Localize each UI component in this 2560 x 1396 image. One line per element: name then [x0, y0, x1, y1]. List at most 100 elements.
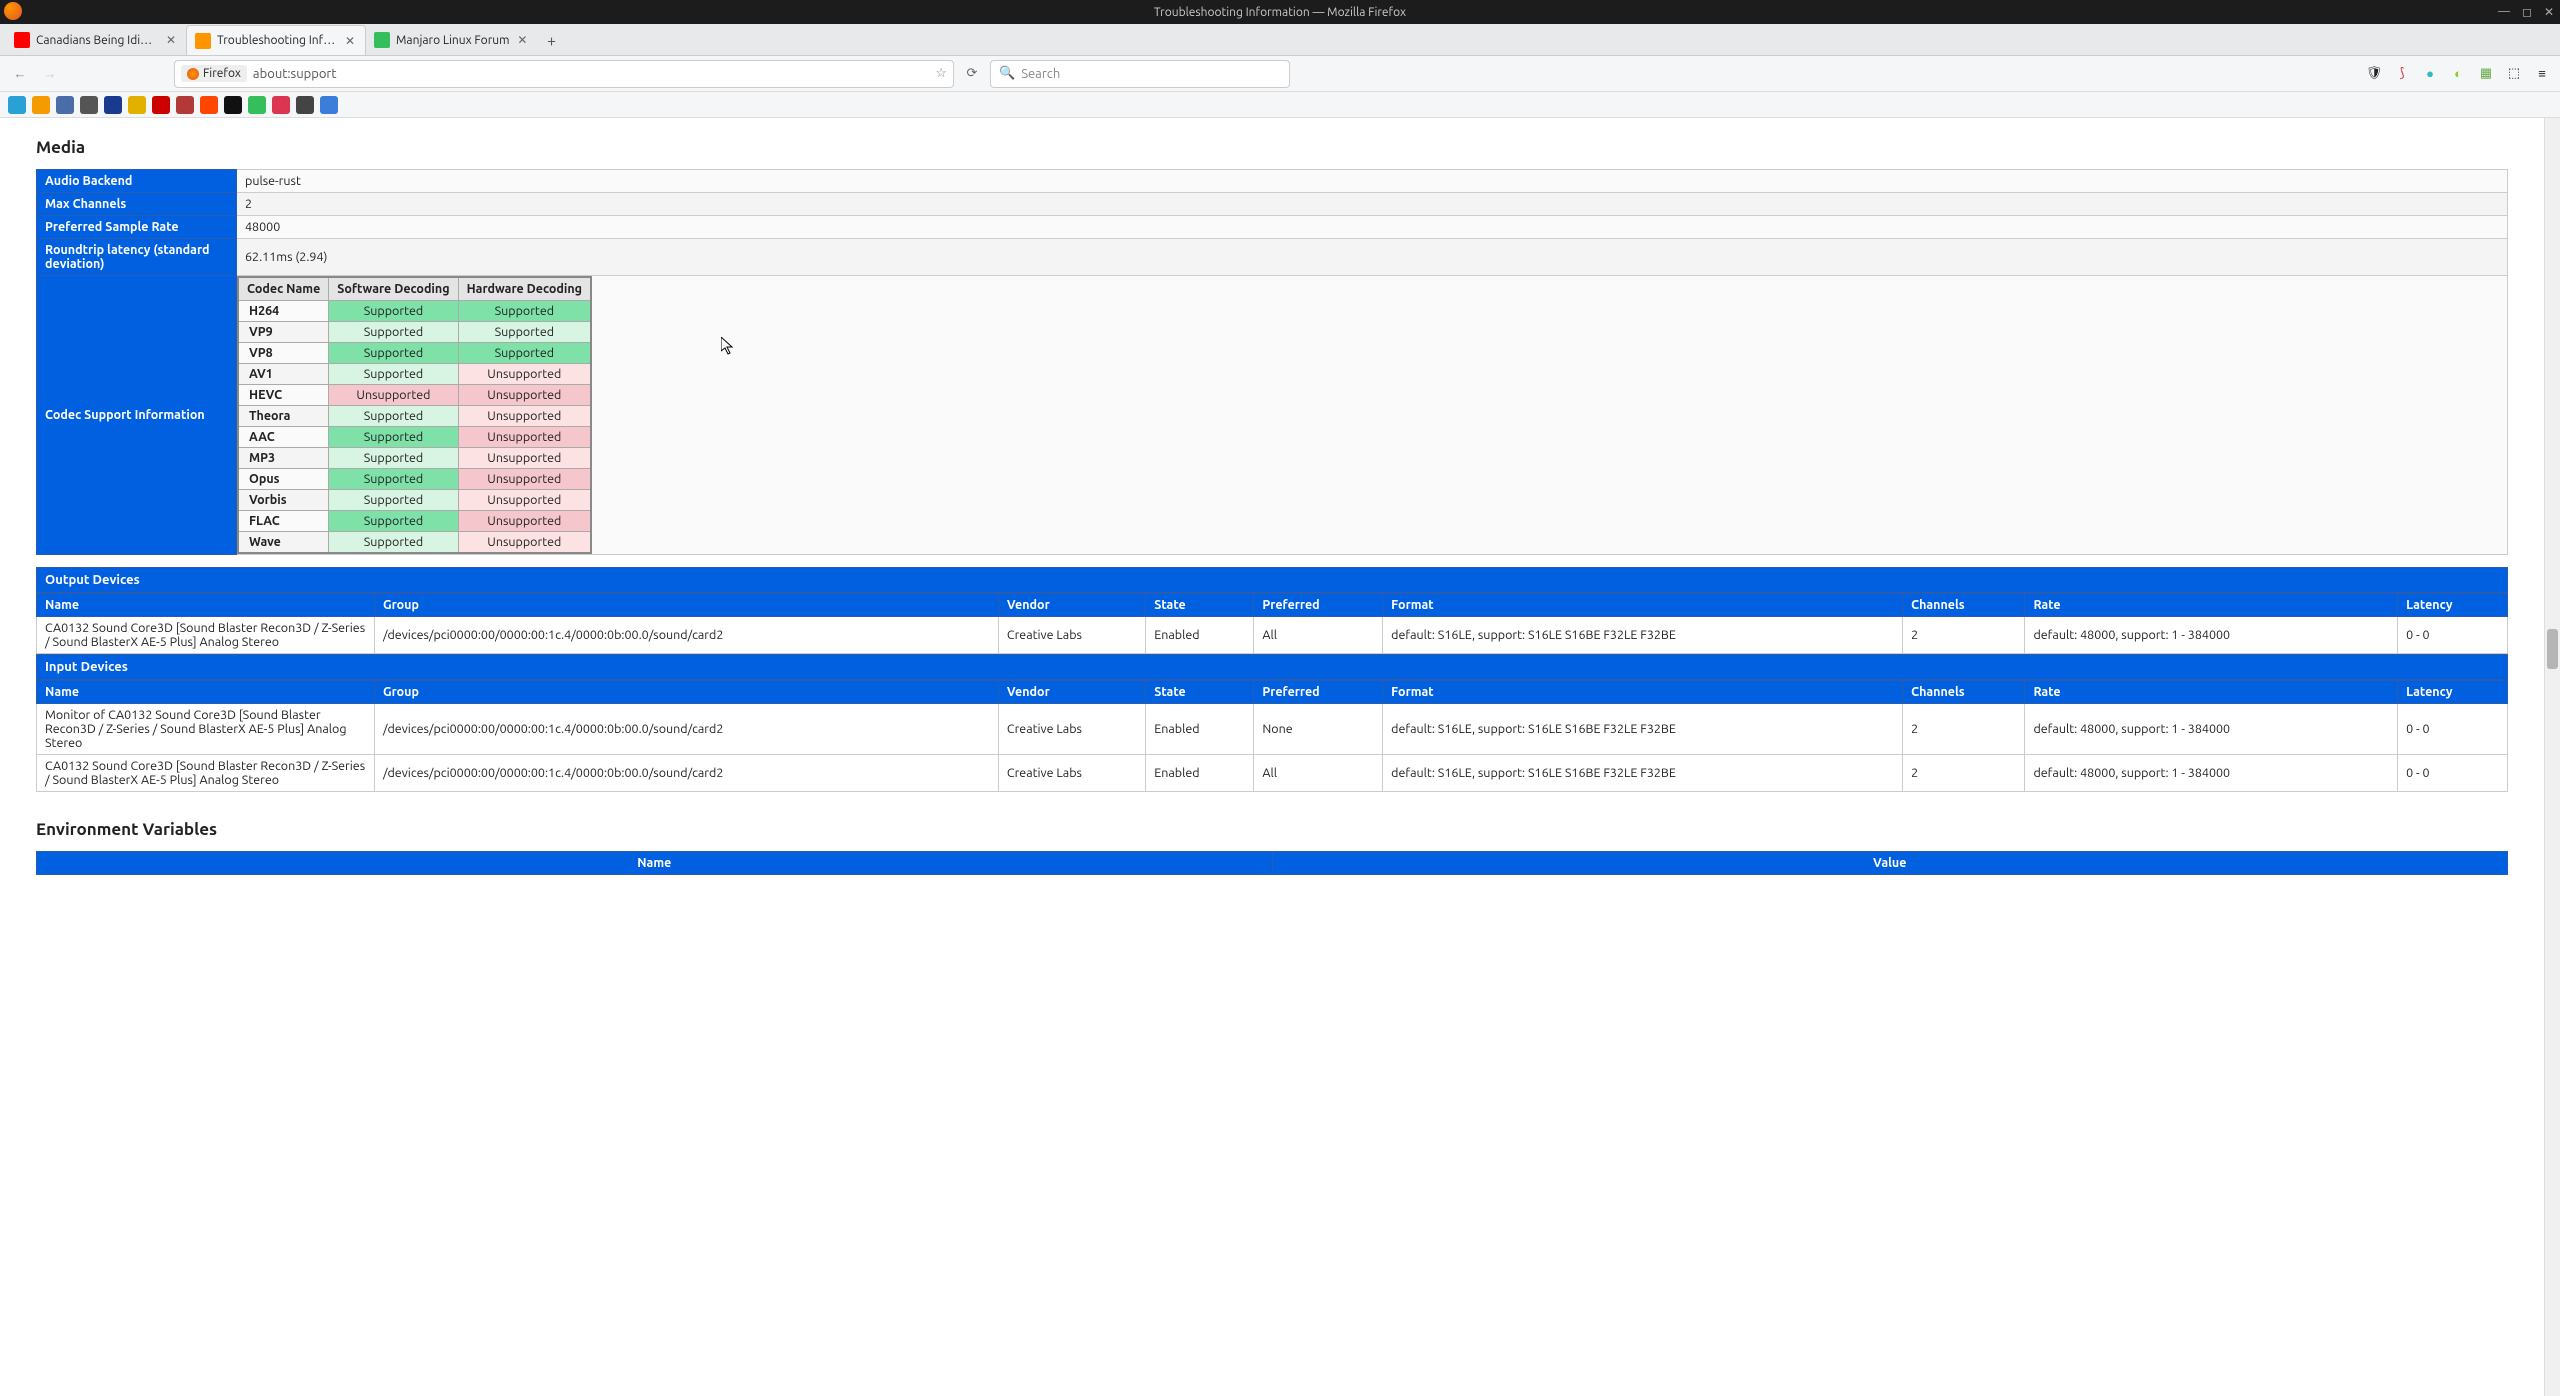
bookmark-star-icon[interactable]: ☆ [935, 66, 947, 81]
device-cell-format: default: S16LE, support: S16LE S16BE F32… [1383, 704, 1903, 755]
codec-name: AAC [238, 427, 329, 448]
extension-icon-1[interactable]: ⟆ [2392, 64, 2412, 84]
vertical-scrollbar[interactable] [2544, 118, 2560, 1396]
codec-sw: Supported [329, 406, 458, 427]
codec-hw: Unsupported [458, 364, 591, 385]
reload-button[interactable]: ⟳ [960, 62, 984, 86]
output-devices-header: Output Devices [36, 567, 2508, 593]
search-placeholder: Search [1021, 67, 1060, 81]
bookmark-item[interactable] [224, 96, 242, 114]
codec-row: VP8 Supported Supported [238, 343, 591, 364]
bookmark-item[interactable] [128, 96, 146, 114]
bookmark-item[interactable] [200, 96, 218, 114]
codec-hw: Supported [458, 301, 591, 322]
extension-icon-3[interactable]: ◐ [2448, 64, 2468, 84]
extension-icon-4[interactable]: ▦ [2476, 64, 2496, 84]
codec-row: AAC Supported Unsupported [238, 427, 591, 448]
bookmark-item[interactable] [56, 96, 74, 114]
identity-box[interactable]: Firefox [181, 65, 247, 82]
device-cell-state: Enabled [1146, 755, 1254, 792]
input-devices-table: NameGroupVendorStatePreferredFormatChann… [36, 680, 2508, 792]
search-icon: 🔍 [999, 66, 1015, 81]
codec-sw: Supported [329, 511, 458, 532]
device-row: Monitor of CA0132 Sound Core3D [Sound Bl… [37, 704, 2508, 755]
bookmark-item[interactable] [272, 96, 290, 114]
device-col-channels: Channels [1903, 594, 2025, 617]
device-col-preferred: Preferred [1254, 681, 1383, 704]
device-cell-vendor: Creative Labs [998, 755, 1145, 792]
minimize-button[interactable]: — [2498, 5, 2510, 19]
device-cell-latency: 0 - 0 [2398, 755, 2508, 792]
codec-row: H264 Supported Supported [238, 301, 591, 322]
env-col-value: Value [1272, 852, 2508, 875]
bookmark-item[interactable] [32, 96, 50, 114]
codec-row: HEVC Unsupported Unsupported [238, 385, 591, 406]
codec-sw: Supported [329, 364, 458, 385]
codec-name: MP3 [238, 448, 329, 469]
env-heading: Environment Variables [36, 820, 2508, 839]
sample-rate-value: 48000 [237, 216, 2508, 239]
codec-name: VP9 [238, 322, 329, 343]
codec-sw: Supported [329, 490, 458, 511]
app-menu-button[interactable]: ≡ [2532, 64, 2552, 84]
device-col-name: Name [37, 594, 375, 617]
tab-close-icon[interactable]: ✕ [164, 33, 178, 47]
codec-sw: Supported [329, 532, 458, 554]
codec-table: Codec Name Software Decoding Hardware De… [237, 276, 592, 554]
bookmark-item[interactable] [8, 96, 26, 114]
codec-sw: Supported [329, 343, 458, 364]
device-cell-name: CA0132 Sound Core3D [Sound Blaster Recon… [37, 617, 375, 654]
input-devices-header: Input Devices [36, 654, 2508, 680]
bookmark-item[interactable] [152, 96, 170, 114]
device-col-vendor: Vendor [998, 681, 1145, 704]
browser-tab[interactable]: Manjaro Linux Forum ✕ [366, 25, 537, 55]
maximize-button[interactable]: ◻ [2522, 5, 2532, 19]
device-cell-rate: default: 48000, support: 1 - 384000 [2025, 704, 2398, 755]
codec-sw: Supported [329, 469, 458, 490]
tab-close-icon[interactable]: ✕ [343, 34, 357, 48]
media-info-table: Audio Backend pulse-rust Max Channels 2 … [36, 169, 2508, 555]
device-col-format: Format [1383, 594, 1903, 617]
device-col-group: Group [374, 681, 998, 704]
back-button[interactable]: ← [8, 62, 32, 86]
device-cell-state: Enabled [1146, 704, 1254, 755]
codec-col-name: Codec Name [238, 277, 329, 301]
forward-button[interactable]: → [38, 62, 62, 86]
device-cell-vendor: Creative Labs [998, 704, 1145, 755]
codec-row: MP3 Supported Unsupported [238, 448, 591, 469]
device-cell-format: default: S16LE, support: S16LE S16BE F32… [1383, 755, 1903, 792]
codec-row: Opus Supported Unsupported [238, 469, 591, 490]
new-tab-button[interactable]: + [537, 27, 565, 55]
codec-name: Vorbis [238, 490, 329, 511]
bookmark-item[interactable] [80, 96, 98, 114]
codec-sw: Supported [329, 322, 458, 343]
bookmark-item[interactable] [296, 96, 314, 114]
close-button[interactable]: ✕ [2544, 5, 2554, 19]
codec-name: Wave [238, 532, 329, 554]
browser-tab[interactable]: Canadians Being Idiots | F ✕ [6, 25, 186, 55]
bookmark-item[interactable] [248, 96, 266, 114]
tab-favicon-icon [195, 33, 211, 49]
device-cell-channels: 2 [1903, 617, 2025, 654]
url-bar[interactable]: Firefox about:support ☆ [174, 60, 954, 88]
extensions-button[interactable]: ⬚ [2504, 64, 2524, 84]
device-row: CA0132 Sound Core3D [Sound Blaster Recon… [37, 755, 2508, 792]
max-channels-label: Max Channels [37, 193, 237, 216]
shield-icon[interactable]: 🛡 [2364, 64, 2384, 84]
device-cell-preferred: None [1254, 704, 1383, 755]
identity-label: Firefox [203, 67, 241, 80]
audio-backend-label: Audio Backend [37, 170, 237, 193]
tab-close-icon[interactable]: ✕ [515, 33, 529, 47]
search-bar[interactable]: 🔍 Search [990, 60, 1290, 88]
bookmark-item[interactable] [176, 96, 194, 114]
browser-tab[interactable]: Troubleshooting Informati ✕ [186, 25, 366, 55]
extension-icon-2[interactable]: ● [2420, 64, 2440, 84]
device-cell-rate: default: 48000, support: 1 - 384000 [2025, 617, 2398, 654]
env-col-name: Name [37, 852, 1273, 875]
bookmark-item[interactable] [320, 96, 338, 114]
firefox-app-icon [4, 2, 22, 20]
device-cell-rate: default: 48000, support: 1 - 384000 [2025, 755, 2398, 792]
scrollbar-thumb[interactable] [2547, 629, 2558, 669]
bookmark-item[interactable] [104, 96, 122, 114]
codec-hw: Unsupported [458, 469, 591, 490]
